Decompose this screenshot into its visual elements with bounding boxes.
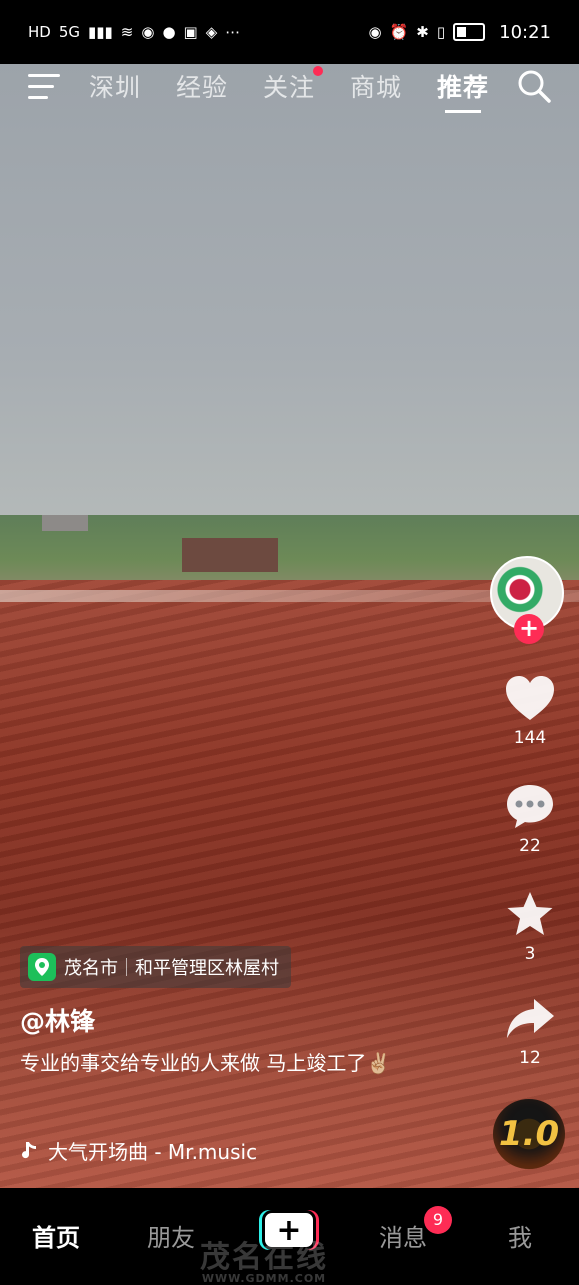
network-indicator: 5G xyxy=(58,23,81,41)
location-detail: 和平管理区林屋村 xyxy=(135,958,279,979)
location-pin-icon xyxy=(28,953,56,981)
notification-icon: ● xyxy=(162,23,176,41)
tab-experience[interactable]: 经验 xyxy=(176,68,228,104)
tab-messages[interactable]: 消息 xyxy=(379,1218,427,1253)
favorite-button[interactable]: 3 xyxy=(490,890,570,964)
status-bar: HD 5G ▮▮▮ ≋ ◉ ● ▣ ◈ ⋯ ◉ ⏰ ✱ ▯ 10:21 xyxy=(0,0,579,64)
video-caption[interactable]: 专业的事交给专业的人来做 马上竣工了✌🏼 xyxy=(20,1046,420,1080)
star-icon xyxy=(507,892,553,935)
more-notifications-icon: ⋯ xyxy=(225,23,241,41)
notification-icon: ◉ xyxy=(141,23,155,41)
location-city: 茂名市 xyxy=(64,958,118,979)
tab-friends[interactable]: 朋友 xyxy=(147,1218,195,1253)
share-button[interactable]: 12 xyxy=(490,996,570,1068)
like-button[interactable]: 144 xyxy=(490,674,570,748)
favorite-count: 3 xyxy=(524,944,536,964)
distant-building xyxy=(182,538,278,572)
tab-label: 关注 xyxy=(263,73,316,102)
distant-building xyxy=(42,515,88,531)
like-count: 144 xyxy=(513,728,547,748)
weibo-icon: ◈ xyxy=(205,23,218,41)
messages-badge: 9 xyxy=(424,1206,452,1234)
share-arrow-icon xyxy=(507,999,554,1038)
share-count: 12 xyxy=(519,1048,541,1068)
follow-button[interactable]: + xyxy=(514,614,544,644)
battery-icon xyxy=(453,23,486,41)
tab-mall[interactable]: 商城 xyxy=(350,68,402,104)
tab-recommended[interactable]: 推荐 xyxy=(437,68,489,113)
location-separator xyxy=(126,958,127,976)
tab-label: 深圳 xyxy=(89,73,142,102)
eye-icon: ◉ xyxy=(368,23,382,41)
signal-icon: ▮▮▮ xyxy=(88,23,113,41)
active-tab-indicator xyxy=(445,110,481,113)
tab-shenzhen[interactable]: 深圳 xyxy=(89,68,141,104)
tab-label: 经验 xyxy=(176,73,229,102)
notification-icon: ▣ xyxy=(183,23,198,41)
hd-indicator: HD xyxy=(28,23,51,41)
search-icon[interactable] xyxy=(516,68,552,104)
tab-following[interactable]: 关注 xyxy=(263,66,324,104)
site-watermark: 茂名在线 WWW.GDMM.COM xyxy=(200,1232,328,1285)
alarm-icon: ⏰ xyxy=(389,23,409,41)
tab-label: 商城 xyxy=(350,73,403,102)
clock: 10:21 xyxy=(499,21,551,43)
music-info[interactable]: 大气开场曲 - Mr.music xyxy=(20,1136,257,1165)
wifi-icon: ≋ xyxy=(120,23,134,41)
top-nav: 深圳 经验 关注 商城 推荐 xyxy=(0,64,579,113)
music-note-icon xyxy=(22,1141,36,1158)
comment-button[interactable]: 22 xyxy=(490,782,570,856)
status-right: ◉ ⏰ ✱ ▯ 10:21 xyxy=(369,22,552,43)
menu-icon[interactable] xyxy=(28,74,60,100)
disc-label: 1.0 xyxy=(498,1114,560,1154)
tab-me[interactable]: 我 xyxy=(508,1218,532,1253)
watermark-text: 茂名在线 xyxy=(200,1240,328,1275)
tab-label: 推荐 xyxy=(437,73,490,102)
red-soil-field xyxy=(0,580,579,1188)
comment-icon xyxy=(507,785,553,828)
music-title: 大气开场曲 - Mr.music xyxy=(48,1140,258,1164)
author-name[interactable]: @林锋 xyxy=(20,1002,95,1038)
location-tag[interactable]: 茂名市 和平管理区林屋村 xyxy=(20,946,291,988)
comment-count: 22 xyxy=(519,836,541,856)
status-left: HD 5G ▮▮▮ ≋ ◉ ● ▣ ◈ ⋯ xyxy=(28,23,240,41)
heart-icon xyxy=(506,676,554,720)
watermark-url: WWW.GDMM.COM xyxy=(201,1272,327,1285)
bluetooth-icon: ✱ xyxy=(416,23,429,41)
unread-dot xyxy=(313,66,324,76)
tab-home[interactable]: 首页 xyxy=(32,1218,80,1253)
music-disc[interactable]: 1.0 xyxy=(493,1099,565,1169)
vibrate-icon: ▯ xyxy=(436,23,446,41)
